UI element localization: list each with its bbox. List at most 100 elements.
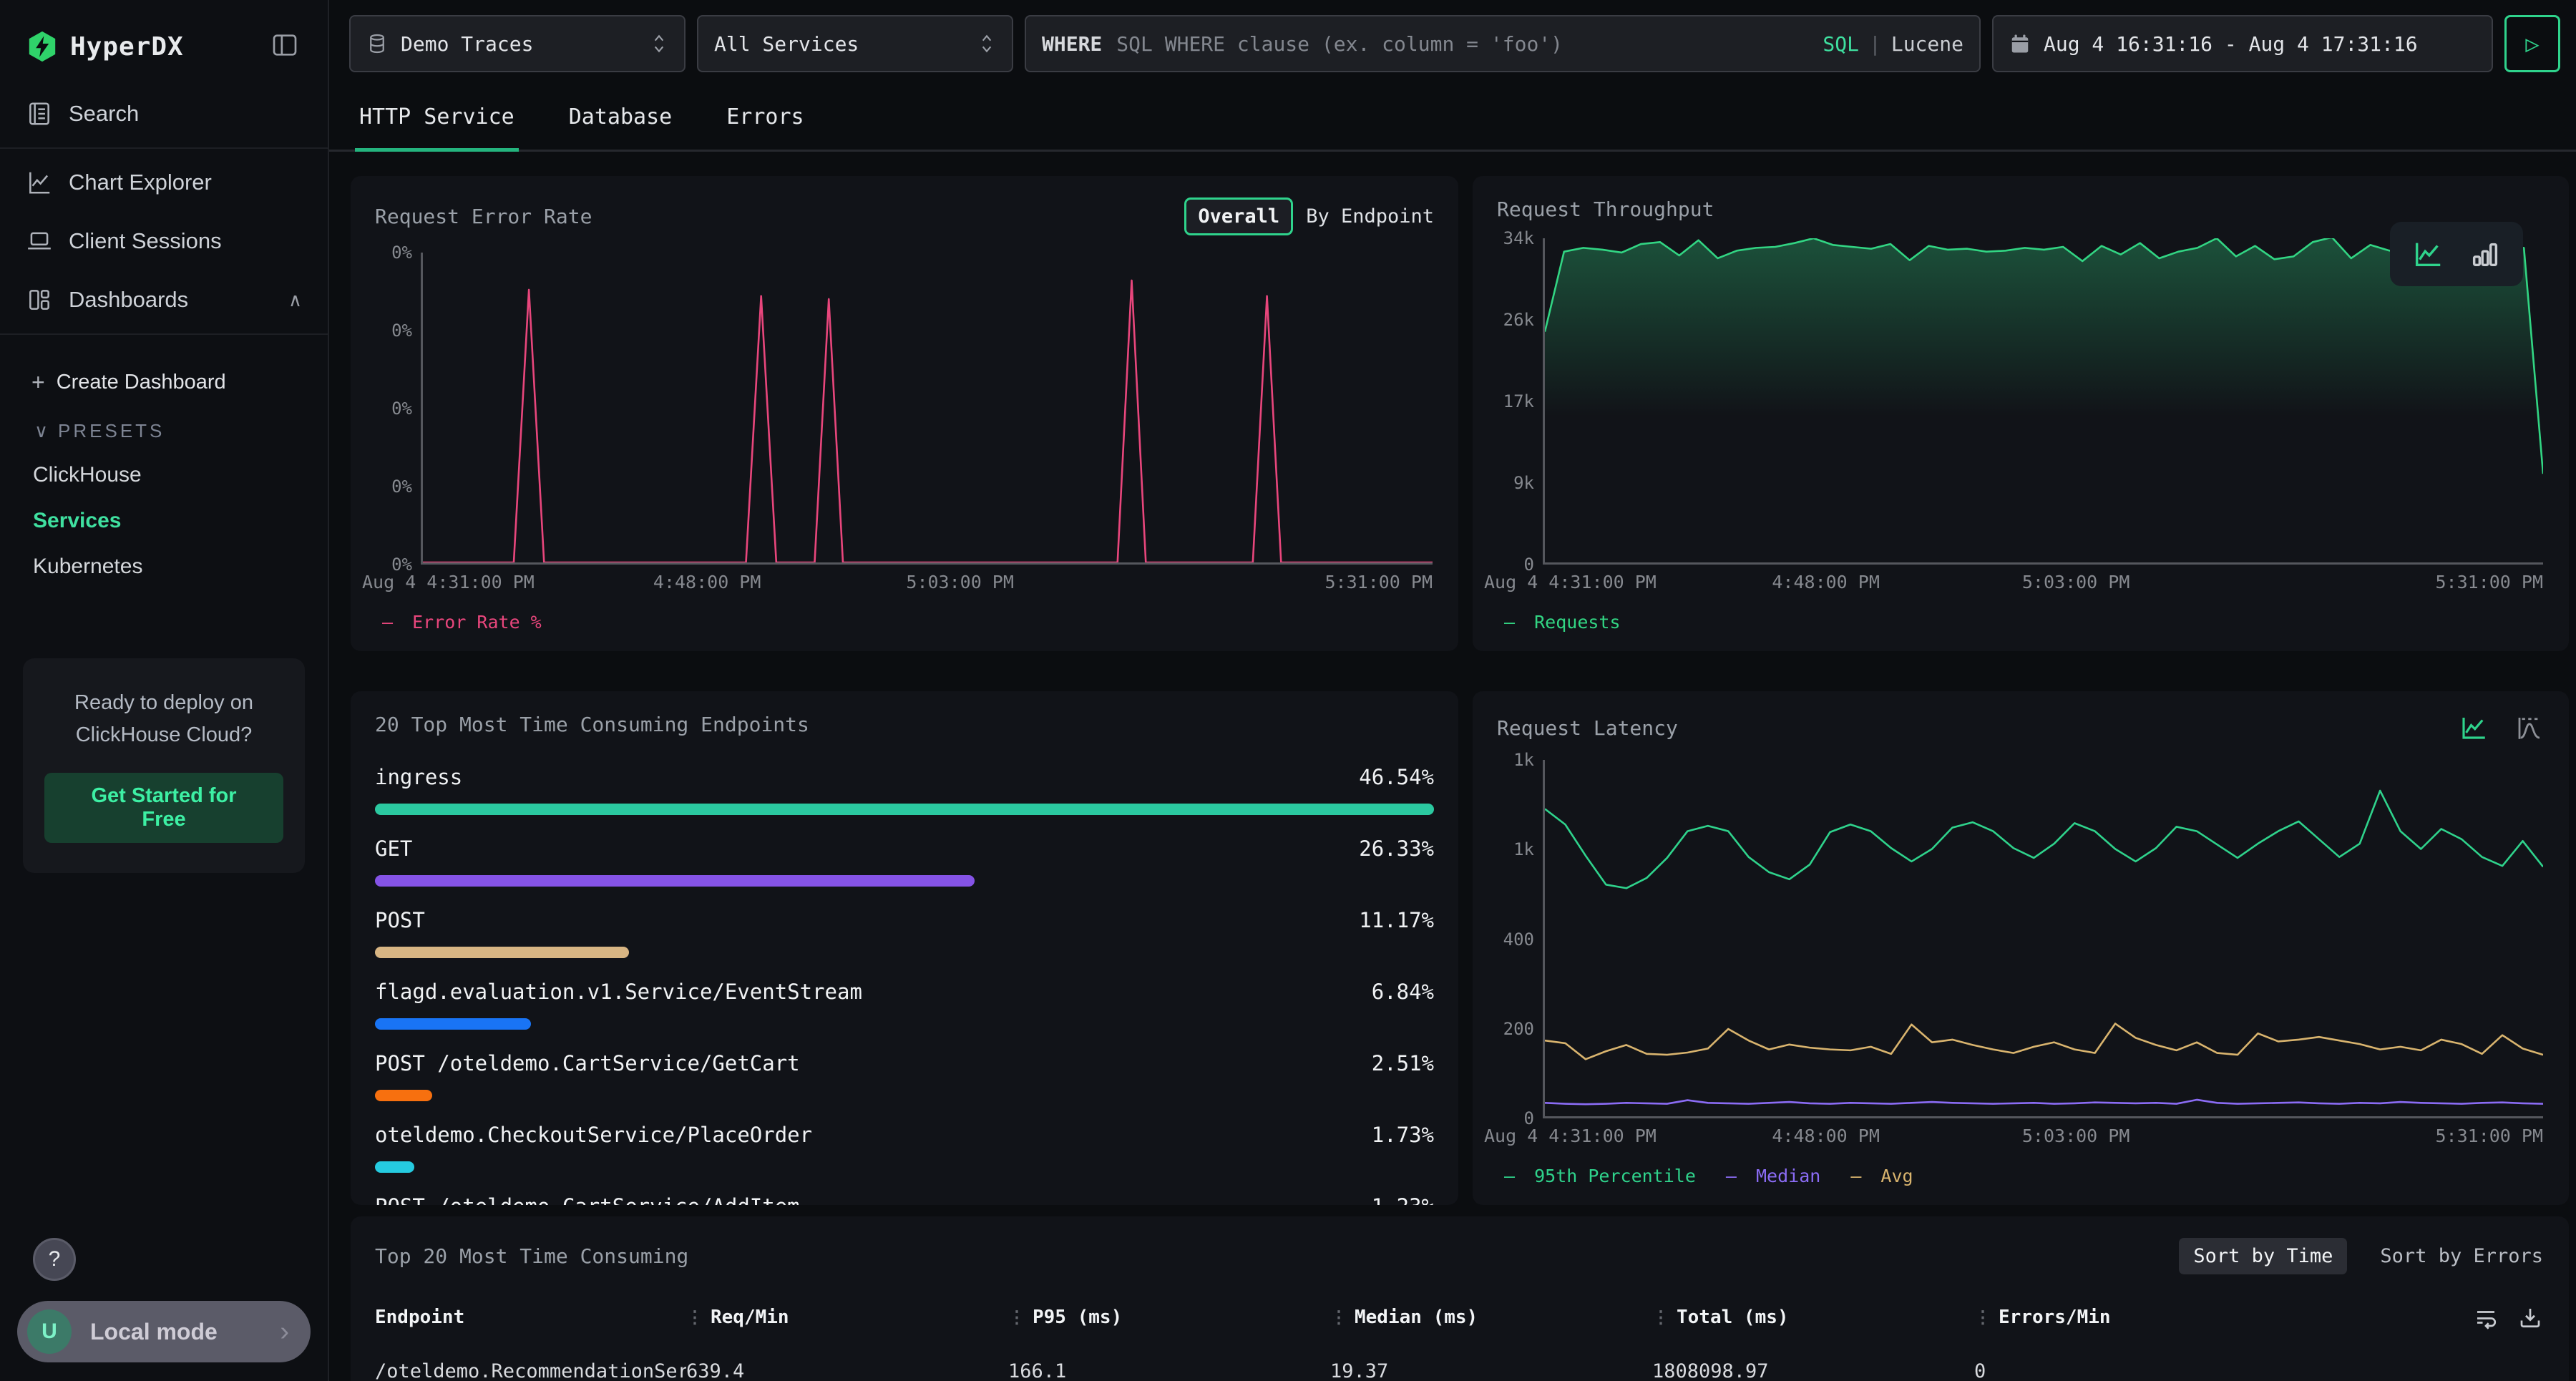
preset-kubernetes[interactable]: Kubernetes — [0, 544, 328, 590]
endpoint-value: 26.33% — [1359, 836, 1434, 861]
cell-endpoint: /oteldemo.RecommendationServ — [375, 1360, 686, 1381]
legend-avg: — Avg — [1850, 1166, 1913, 1186]
endpoint-label: flagd.evaluation.v1.Service/EventStream — [375, 980, 862, 1004]
sidebar-collapse-icon[interactable] — [270, 31, 299, 63]
cell-median: 19.37 — [1330, 1360, 1652, 1381]
error-rate-chart[interactable] — [421, 253, 1433, 565]
presets-label: PRESETS — [58, 420, 165, 442]
endpoint-row[interactable]: ingress46.54% — [375, 765, 1434, 815]
local-mode-label: Local mode — [90, 1319, 218, 1345]
wrap-text-icon[interactable] — [2473, 1304, 2499, 1330]
legend-95th-percentile: — 95th Percentile — [1504, 1166, 1696, 1186]
drag-handle-icon[interactable]: ⋮ — [686, 1307, 703, 1327]
sidebar-divider — [0, 333, 328, 335]
time-range-picker[interactable]: Aug 4 16:31:16 - Aug 4 17:31:16 — [1992, 15, 2493, 72]
column-header-endpoint[interactable]: Endpoint — [375, 1307, 686, 1328]
drag-handle-icon[interactable]: ⋮ — [1974, 1307, 1991, 1327]
presets-group-toggle[interactable]: ∨ PRESETS — [0, 407, 328, 452]
y-axis-labels: 34k 26k 17k 9k 0 — [1480, 238, 1543, 565]
column-header-errors-min[interactable]: ⋮ Errors/Min — [1974, 1304, 2543, 1330]
tab-errors[interactable]: Errors — [722, 87, 808, 153]
sidebar-item-search[interactable]: Search — [0, 84, 328, 143]
endpoint-row[interactable]: flagd.evaluation.v1.Service/EventStream6… — [375, 980, 1434, 1030]
where-keyword: WHERE — [1042, 32, 1102, 56]
endpoint-value: 2.51% — [1372, 1051, 1434, 1075]
source-select[interactable]: Demo Traces — [349, 15, 686, 72]
endpoint-bar — [375, 1018, 531, 1030]
column-header-p95[interactable]: ⋮ P95 (ms) — [1008, 1307, 1330, 1328]
drag-handle-icon[interactable]: ⋮ — [1652, 1307, 1669, 1327]
get-started-button[interactable]: Get Started for Free — [44, 773, 283, 843]
latency-chart[interactable] — [1543, 760, 2543, 1118]
legend-requests: — Requests — [1504, 612, 1621, 633]
chevron-down-icon: ∨ — [34, 420, 48, 442]
endpoint-row[interactable]: GET26.33% — [375, 836, 1434, 887]
sidebar-item-dashboards[interactable]: Dashboards ∧ — [0, 270, 328, 329]
chevron-up-down-icon — [977, 33, 996, 54]
preset-services[interactable]: Services — [0, 498, 328, 544]
topbar: Demo Traces All Services WHERE SQL WHERE… — [329, 0, 2576, 87]
endpoint-bar — [375, 947, 629, 958]
dashboards-submenu: + Create Dashboard ∨ PRESETS ClickHouse … — [0, 339, 328, 590]
legend-error-rate: — Error Rate % — [382, 612, 542, 633]
sidebar-item-chart-explorer[interactable]: Chart Explorer — [0, 153, 328, 212]
calendar-icon — [2009, 33, 2031, 54]
run-query-button[interactable]: ▷ — [2504, 15, 2560, 72]
play-icon: ▷ — [2525, 30, 2539, 57]
bar-chart-icon[interactable] — [2469, 238, 2502, 270]
panel-title: Request Error Rate — [375, 205, 592, 228]
dashboard-tabs: HTTP Service Database Errors — [329, 87, 2576, 152]
panel-request-latency: Request Latency 1k 1k — [1473, 691, 2569, 1205]
user-menu-pill[interactable]: U Local mode › — [17, 1301, 311, 1362]
drag-handle-icon[interactable]: ⋮ — [1330, 1307, 1347, 1327]
endpoint-value: 46.54% — [1359, 765, 1434, 789]
endpoint-label: oteldemo.CheckoutService/PlaceOrder — [375, 1123, 812, 1147]
overall-toggle-button[interactable]: Overall — [1184, 197, 1293, 235]
chart-type-toggle[interactable] — [2390, 222, 2523, 286]
service-select[interactable]: All Services — [697, 15, 1013, 72]
endpoint-row[interactable]: POST /oteldemo.CartService/AddItem1.23% — [375, 1194, 1434, 1205]
column-header-total[interactable]: ⋮ Total (ms) — [1652, 1307, 1974, 1328]
column-header-req-min[interactable]: ⋮ Req/Min — [686, 1307, 1008, 1328]
create-dashboard-button[interactable]: + Create Dashboard — [0, 358, 328, 407]
throughput-chart[interactable] — [1543, 238, 2543, 565]
tab-http-service[interactable]: HTTP Service — [355, 87, 519, 153]
chart-legend: — Requests — [1473, 605, 2569, 651]
panel-top-endpoints: 20 Top Most Time Consuming Endpoints ing… — [351, 691, 1458, 1205]
database-icon — [366, 33, 388, 54]
main-area: Demo Traces All Services WHERE SQL WHERE… — [329, 0, 2576, 1381]
drag-handle-icon[interactable]: ⋮ — [1008, 1307, 1025, 1327]
chevron-up-icon[interactable]: ∧ — [288, 289, 302, 311]
endpoint-value: 1.73% — [1372, 1123, 1434, 1147]
line-chart-icon[interactable] — [2411, 238, 2444, 270]
source-select-value: Demo Traces — [401, 32, 533, 56]
by-endpoint-toggle[interactable]: By Endpoint — [1306, 205, 1434, 228]
line-chart-icon[interactable] — [2459, 713, 2489, 743]
where-clause-input[interactable]: WHERE SQL WHERE clause (ex. column = 'fo… — [1025, 15, 1981, 72]
journal-search-icon — [26, 100, 53, 127]
endpoint-row[interactable]: POST /oteldemo.CartService/GetCart2.51% — [375, 1051, 1434, 1101]
endpoint-label: POST /oteldemo.CartService/AddItem — [375, 1194, 800, 1205]
endpoint-row[interactable]: oteldemo.CheckoutService/PlaceOrder 1.73% — [375, 1123, 1434, 1173]
sidebar-item-client-sessions[interactable]: Client Sessions — [0, 212, 328, 270]
sort-by-time-button[interactable]: Sort by Time — [2179, 1238, 2347, 1274]
tab-database[interactable]: Database — [565, 87, 677, 153]
table-row[interactable]: /oteldemo.RecommendationServ 639.4 166.1… — [351, 1360, 2569, 1381]
app-root: HyperDX Search Chart Explorer — [0, 0, 2576, 1381]
histogram-icon[interactable] — [2514, 713, 2545, 743]
endpoint-value: 11.17% — [1359, 908, 1434, 932]
download-icon[interactable] — [2517, 1304, 2543, 1330]
column-header-median[interactable]: ⋮ Median (ms) — [1330, 1307, 1652, 1328]
chart-legend: — Error Rate % — [351, 605, 1458, 651]
help-button[interactable]: ? — [33, 1238, 76, 1281]
panel-title: Request Latency — [1497, 716, 1678, 740]
logo-row: HyperDX — [0, 0, 328, 84]
lucene-mode-toggle[interactable]: Lucene — [1891, 32, 1963, 56]
promo-text-line2: ClickHouse Cloud? — [44, 719, 283, 751]
legend-median: — Median — [1726, 1166, 1820, 1186]
sort-by-errors-button[interactable]: Sort by Errors — [2380, 1245, 2543, 1267]
brand-name: HyperDX — [70, 32, 184, 62]
preset-clickhouse[interactable]: ClickHouse — [0, 452, 328, 498]
sql-mode-toggle[interactable]: SQL — [1823, 32, 1859, 56]
endpoint-row[interactable]: POST11.17% — [375, 908, 1434, 958]
